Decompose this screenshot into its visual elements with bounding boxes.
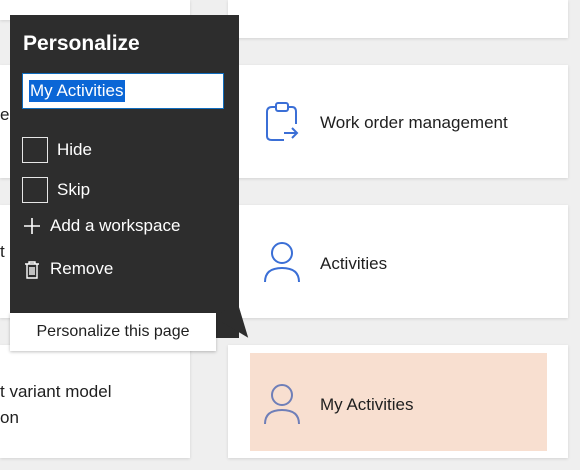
plus-icon <box>22 216 42 236</box>
hide-label: Hide <box>57 140 92 159</box>
tile-activities-label: Activities <box>320 254 388 273</box>
tile-left-2-label: t <box>0 242 5 261</box>
trash-icon <box>22 259 42 279</box>
tile-my-activities[interactable]: My Activities <box>228 345 568 458</box>
person-icon <box>262 382 302 431</box>
add-workspace-button[interactable]: Add a workspace <box>22 214 180 238</box>
personalize-this-page-button[interactable]: Personalize this page <box>10 313 216 351</box>
skip-checkbox[interactable] <box>22 177 48 203</box>
tile-work-order-management[interactable]: Work order management <box>228 65 568 178</box>
tile-work-order-label: Work order management <box>320 113 508 132</box>
tile-activities[interactable]: Activities <box>228 205 568 318</box>
tile-name-input[interactable]: My Activities <box>22 73 224 109</box>
remove-button[interactable]: Remove <box>22 257 113 281</box>
clipboard-arrow-icon <box>264 102 300 147</box>
tile-left-1-label: e <box>0 105 10 124</box>
person-icon <box>262 240 302 289</box>
flyout-title: Personalize <box>23 32 140 55</box>
hide-checkbox-row[interactable]: Hide <box>22 136 92 164</box>
tile-left-3-label-line1: t variant model <box>0 382 112 401</box>
tile-right-top[interactable] <box>228 0 568 38</box>
add-workspace-label: Add a workspace <box>50 216 181 235</box>
personalize-flyout: Personalize My Activities Hide Skip Add … <box>10 15 239 338</box>
tile-my-activities-label: My Activities <box>320 395 414 414</box>
remove-label: Remove <box>50 259 114 278</box>
skip-checkbox-row[interactable]: Skip <box>22 176 90 204</box>
tile-name-value: My Activities <box>29 80 125 102</box>
skip-label: Skip <box>57 180 91 199</box>
hide-checkbox[interactable] <box>22 137 48 163</box>
tile-left-3[interactable]: t variant model on <box>0 345 190 458</box>
tile-left-3-label-line2: on <box>0 408 19 427</box>
